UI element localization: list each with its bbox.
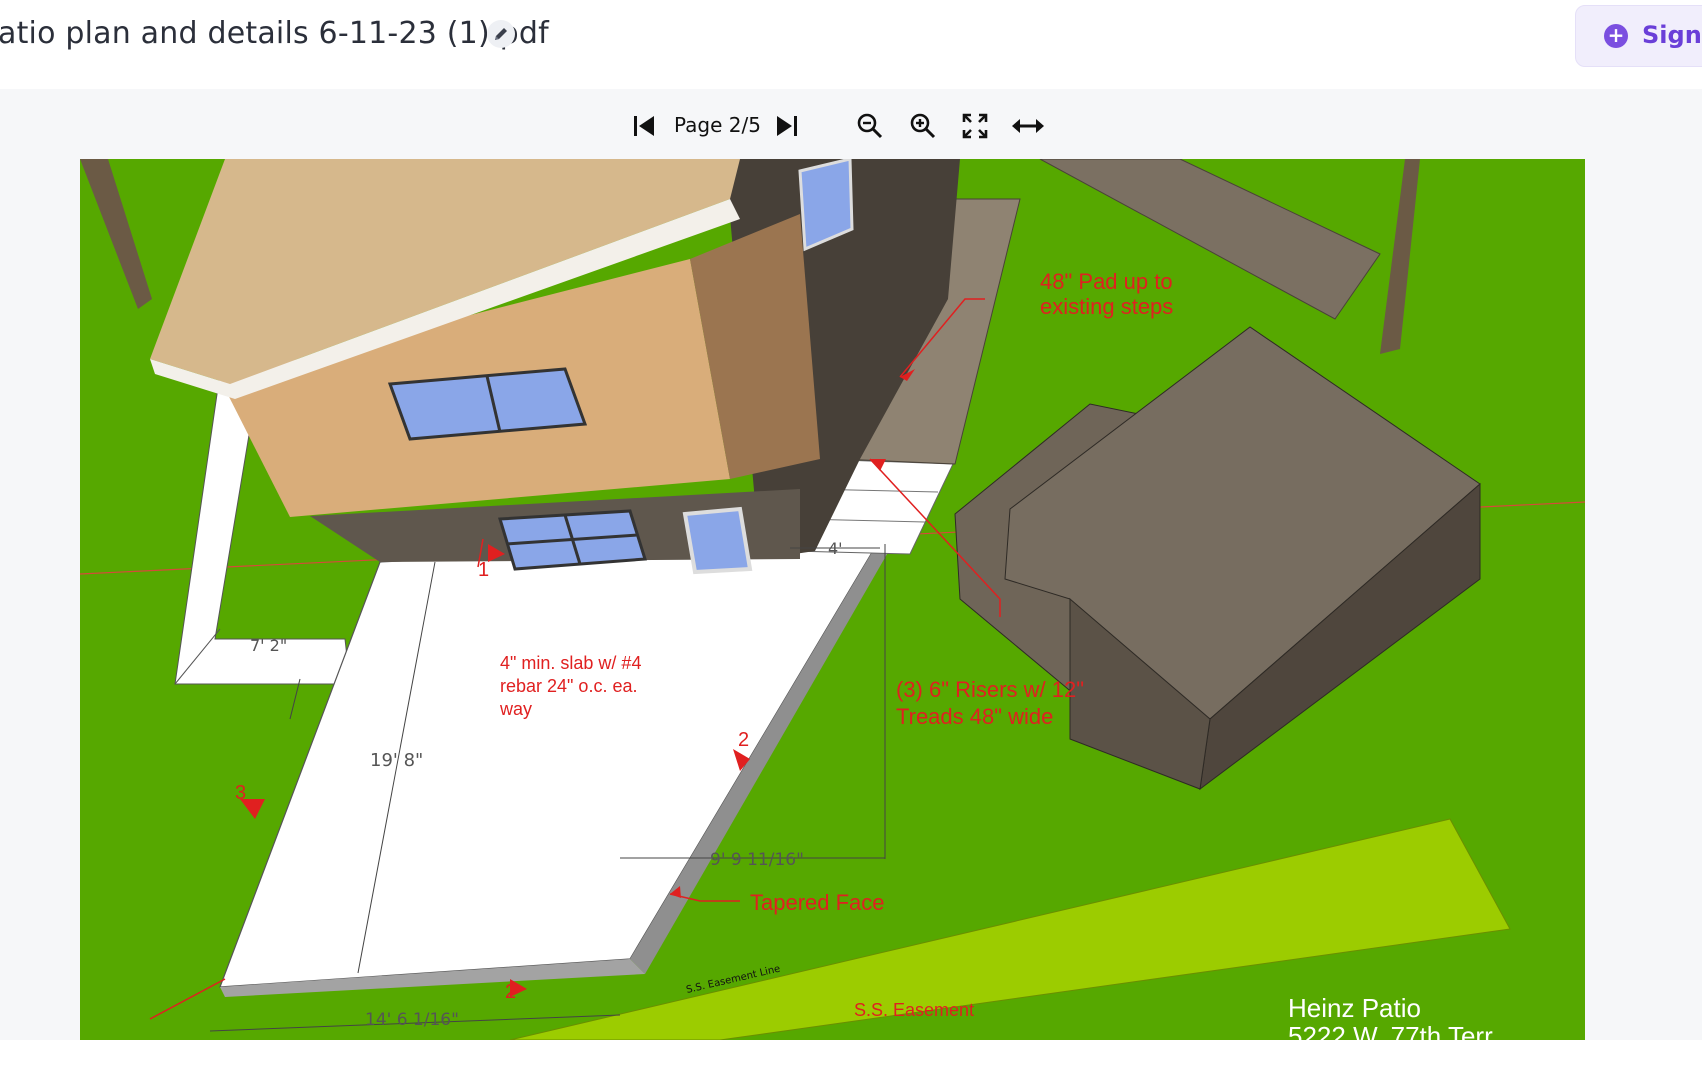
label-tapered: Tapered Face [750,890,885,915]
label-pad-1: 48" Pad up to [1040,269,1173,294]
site-plan-drawing: 19' 8" 7' 2" 4' 9' 9 11/16" 14' 6 1/16" [80,159,1585,1040]
label-risers-2: Treads 48" wide [896,704,1053,729]
fullscreen-icon[interactable] [958,109,992,143]
first-page-icon[interactable] [627,109,661,143]
label-slab-3: way [499,699,532,719]
zoom-out-icon[interactable] [853,109,887,143]
label-easement: S.S. Easement [854,1000,974,1020]
fit-width-icon[interactable] [1011,109,1045,143]
section-2a: 2 [738,729,749,751]
dim-4: 4' [828,539,843,558]
pencil-icon[interactable] [487,20,515,48]
label-slab-2: rebar 24" o.c. ea. [500,676,637,696]
document-header: atio plan and details 6-11-23 (1).pdf + … [0,0,1702,89]
plus-circle-icon: + [1604,24,1628,48]
pdf-viewer: Page 2/5 19' 8" 7' 2" 4' 9' 9 11/16" 14'… [0,89,1702,1040]
page-indicator: Page 2/5 [674,113,761,137]
section-1: 1 [478,559,489,581]
label-pad-2: existing steps [1040,294,1173,319]
last-page-icon[interactable] [770,109,804,143]
signature-button-label: Signa [1642,21,1702,49]
zoom-in-icon[interactable] [906,109,940,143]
document-title: atio plan and details 6-11-23 (1).pdf [0,16,549,51]
section-3: 3 [235,782,246,804]
add-signature-button[interactable]: + Signa [1575,5,1702,67]
label-risers-1: (3) 6" Risers w/ 12" [896,677,1084,702]
project-name: Heinz Patio [1288,993,1421,1023]
dim-7-2: 7' 2" [250,636,287,655]
dim-19-8: 19' 8" [370,750,423,771]
viewer-toolbar: Page 2/5 [0,89,1702,159]
pdf-page: 19' 8" 7' 2" 4' 9' 9 11/16" 14' 6 1/16" [80,159,1585,1040]
section-2b: 2 [505,981,516,1003]
label-slab-1: 4" min. slab w/ #4 [500,653,641,673]
dim-14-6: 14' 6 1/16" [365,1010,459,1030]
door [682,506,753,575]
dim-9-9: 9' 9 11/16" [710,850,804,870]
project-address: 5222 W. 77th Terr [1288,1021,1493,1040]
